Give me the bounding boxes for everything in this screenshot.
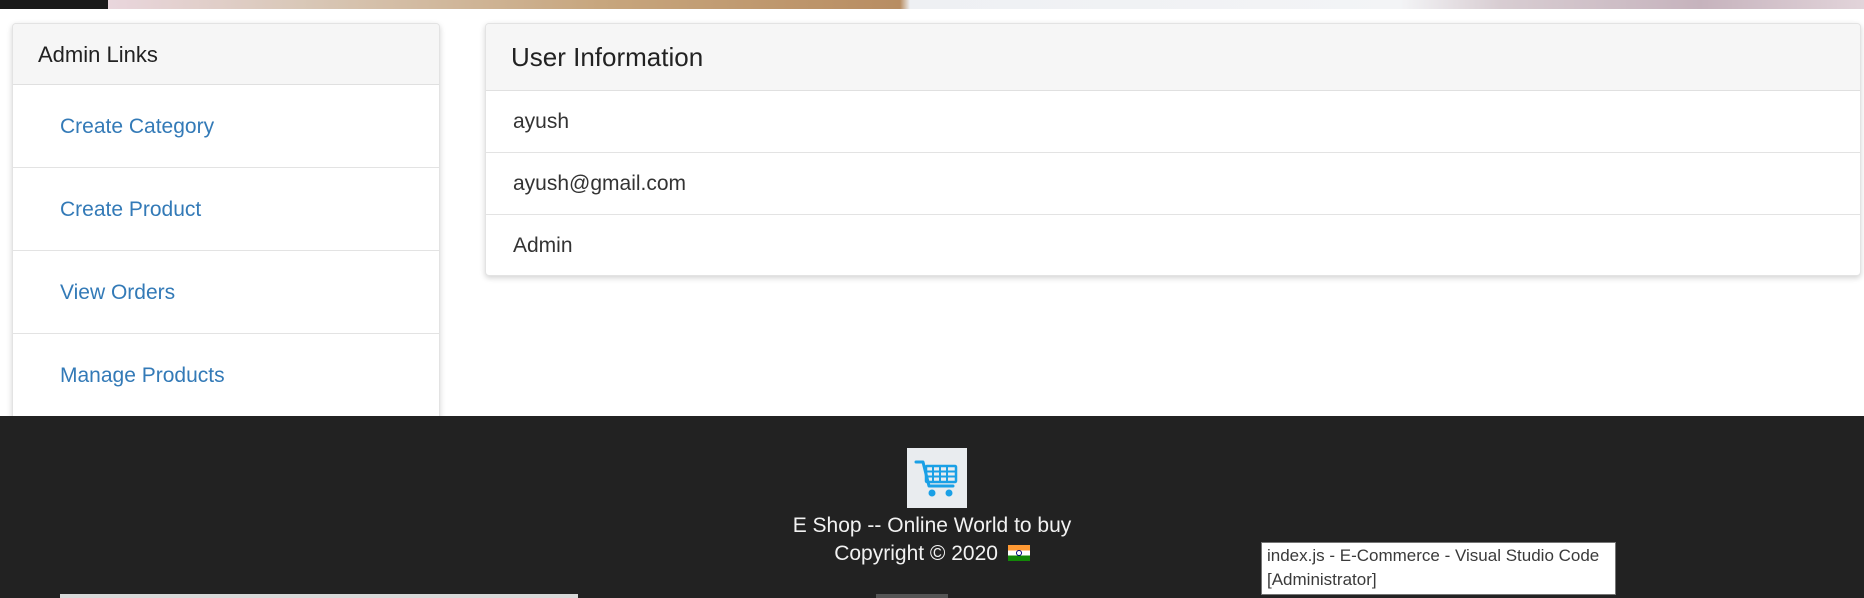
shopping-cart-icon (907, 448, 967, 508)
footer-divider-mid (876, 594, 948, 598)
footer-divider-left (60, 594, 578, 598)
page-body: Admin Links Create Category Create Produ… (0, 9, 1864, 422)
user-role: Admin (513, 234, 573, 257)
copyright-text: Copyright © 2020 (834, 542, 998, 565)
admin-links-card: Admin Links Create Category Create Produ… (12, 23, 440, 422)
admin-links-header: Admin Links (13, 24, 439, 85)
view-orders-link[interactable]: View Orders (13, 251, 439, 334)
user-name: ayush (486, 91, 1860, 153)
window-title-tooltip: index.js - E-Commerce - Visual Studio Co… (1261, 542, 1616, 595)
user-information-header: User Information (486, 24, 1860, 91)
create-product-link[interactable]: Create Product (13, 168, 439, 251)
user-email: ayush@gmail.com (486, 153, 1860, 215)
footer-tagline: E Shop -- Online World to buy (792, 514, 1072, 537)
india-flag-icon (1007, 545, 1030, 561)
banner-strip (0, 0, 1864, 9)
create-category-link[interactable]: Create Category (13, 85, 439, 168)
manage-products-link[interactable]: Manage Products (13, 334, 439, 417)
user-information-card: User Information ayush ayush@gmail.com A… (485, 23, 1861, 276)
